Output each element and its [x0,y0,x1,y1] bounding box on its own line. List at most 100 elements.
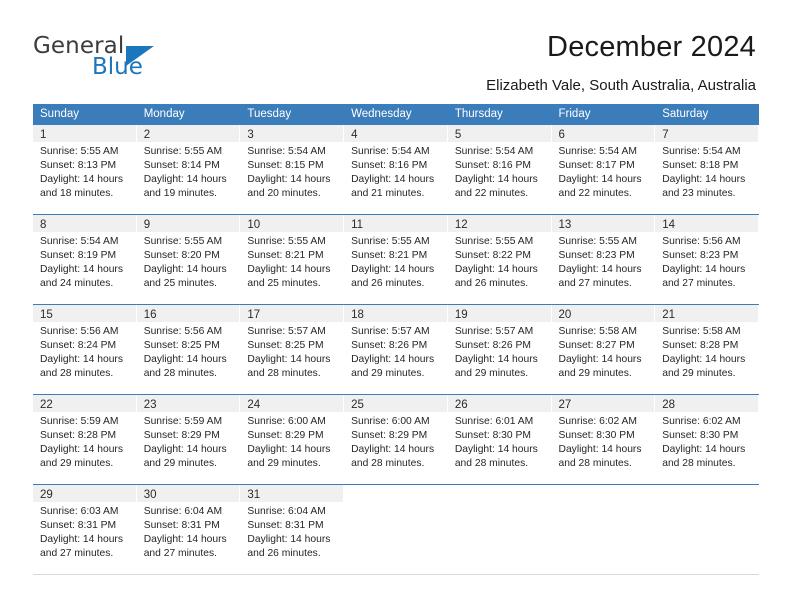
calendar-day-cell[interactable]: 1 Sunrise: 5:55 AM Sunset: 8:13 PM Daylig… [33,125,137,214]
day-sun-info: Sunrise: 5:55 AM Sunset: 8:22 PM Dayligh… [454,236,538,290]
day-number-bar: 14 [655,215,759,232]
calendar-day-cell[interactable]: 16 Sunrise: 5:56 AM Sunset: 8:25 PM Dayli… [136,305,241,394]
day-number: 26 [454,399,468,411]
calendar-week-row: 8 Sunrise: 5:54 AM Sunset: 8:19 PM Daylig… [33,214,759,304]
day-number: 23 [143,399,157,411]
day-sun-info: Sunrise: 5:58 AM Sunset: 8:28 PM Dayligh… [662,326,746,380]
calendar-day-cell[interactable]: 31 Sunrise: 6:04 AM Sunset: 8:31 PM Dayli… [240,485,345,574]
day-number: 22 [40,399,53,411]
calendar-day-cell[interactable]: 27 Sunrise: 6:02 AM Sunset: 8:30 PM Dayli… [551,395,656,484]
calendar-empty-cell [447,485,552,574]
day-sun-info [552,502,656,505]
calendar-day-cell[interactable]: 20 Sunrise: 5:58 AM Sunset: 8:27 PM Dayli… [551,305,656,394]
day-number-bar: 7 [655,125,759,142]
day-number-bar: 19 [447,305,552,322]
day-number-bar: 10 [240,215,345,232]
day-sun-info: Sunrise: 5:55 AM Sunset: 8:21 PM Dayligh… [247,236,331,290]
calendar-week-rows: 1 Sunrise: 5:55 AM Sunset: 8:13 PM Daylig… [33,125,759,574]
day-sun-info [344,502,448,505]
calendar-day-cell[interactable]: 22 Sunrise: 5:59 AM Sunset: 8:28 PM Dayli… [33,395,137,484]
calendar-day-cell[interactable]: 18 Sunrise: 5:57 AM Sunset: 8:26 PM Dayli… [344,305,448,394]
weekday-header-wednesday: Wednesday [351,108,412,120]
day-number: 7 [662,129,669,141]
calendar-page: General Blue December 2024 Elizabeth Val… [0,0,792,612]
calendar-day-cell[interactable]: 23 Sunrise: 5:59 AM Sunset: 8:29 PM Dayli… [136,395,241,484]
day-number-bar: 1 [33,125,137,142]
calendar-day-cell[interactable]: 17 Sunrise: 5:57 AM Sunset: 8:25 PM Dayli… [240,305,345,394]
day-number: 12 [454,219,468,231]
day-sun-info: Sunrise: 5:54 AM Sunset: 8:19 PM Dayligh… [40,236,123,290]
day-number-bar: 17 [240,305,345,322]
calendar-empty-cell [655,485,759,574]
calendar-day-cell[interactable]: 3 Sunrise: 5:54 AM Sunset: 8:15 PM Daylig… [240,125,345,214]
page-subtitle: Elizabeth Vale, South Australia, Austral… [486,77,756,94]
calendar-day-cell[interactable]: 28 Sunrise: 6:02 AM Sunset: 8:30 PM Dayli… [655,395,759,484]
day-sun-info: Sunrise: 5:59 AM Sunset: 8:29 PM Dayligh… [143,416,227,470]
day-sun-info: Sunrise: 5:54 AM Sunset: 8:16 PM Dayligh… [454,146,538,200]
day-number: 30 [143,489,157,501]
calendar-day-cell[interactable]: 10 Sunrise: 5:55 AM Sunset: 8:21 PM Dayli… [240,215,345,304]
day-number-bar: 26 [447,395,552,412]
calendar-day-cell[interactable]: 12 Sunrise: 5:55 AM Sunset: 8:22 PM Dayli… [447,215,552,304]
calendar-day-cell[interactable]: 7 Sunrise: 5:54 AM Sunset: 8:18 PM Daylig… [655,125,759,214]
calendar-day-cell[interactable]: 11 Sunrise: 5:55 AM Sunset: 8:21 PM Dayli… [344,215,448,304]
day-number-bar: 30 [136,485,241,502]
calendar-day-cell[interactable]: 9 Sunrise: 5:55 AM Sunset: 8:20 PM Daylig… [136,215,241,304]
calendar-day-cell[interactable]: 5 Sunrise: 5:54 AM Sunset: 8:16 PM Daylig… [447,125,552,214]
calendar-day-cell[interactable]: 8 Sunrise: 5:54 AM Sunset: 8:19 PM Daylig… [33,215,137,304]
calendar-week-cells: 8 Sunrise: 5:54 AM Sunset: 8:19 PM Daylig… [33,215,759,304]
weekday-header-monday: Monday [143,108,185,120]
calendar-day-cell[interactable]: 4 Sunrise: 5:54 AM Sunset: 8:16 PM Daylig… [344,125,448,214]
day-number-bar: 11 [344,215,448,232]
day-sun-info [655,502,759,505]
calendar-day-cell[interactable]: 25 Sunrise: 6:00 AM Sunset: 8:29 PM Dayli… [344,395,448,484]
calendar-day-cell[interactable]: 2 Sunrise: 5:55 AM Sunset: 8:14 PM Daylig… [136,125,241,214]
calendar-day-cell[interactable]: 14 Sunrise: 5:56 AM Sunset: 8:23 PM Dayli… [655,215,759,304]
day-sun-info: Sunrise: 5:57 AM Sunset: 8:25 PM Dayligh… [247,326,331,380]
calendar-day-cell[interactable]: 30 Sunrise: 6:04 AM Sunset: 8:31 PM Dayli… [136,485,241,574]
day-number-bar: 12 [447,215,552,232]
calendar-empty-cell [344,485,448,574]
day-number-bar: 21 [655,305,759,322]
day-number-bar: 3 [240,125,345,142]
day-number-bar [344,485,448,502]
day-number: 17 [247,309,261,321]
day-number-bar [551,485,656,502]
calendar-day-cell[interactable]: 15 Sunrise: 5:56 AM Sunset: 8:24 PM Dayli… [33,305,137,394]
calendar-day-cell[interactable]: 24 Sunrise: 6:00 AM Sunset: 8:29 PM Dayli… [240,395,345,484]
day-sun-info: Sunrise: 5:58 AM Sunset: 8:27 PM Dayligh… [558,326,642,380]
day-number: 28 [662,399,676,411]
day-number-bar: 24 [240,395,345,412]
day-number: 16 [143,309,157,321]
calendar-day-cell[interactable]: 19 Sunrise: 5:57 AM Sunset: 8:26 PM Dayli… [447,305,552,394]
day-number: 13 [558,219,572,231]
day-number-bar: 8 [33,215,137,232]
day-sun-info: Sunrise: 5:54 AM Sunset: 8:18 PM Dayligh… [662,146,746,200]
day-number: 15 [40,309,53,321]
day-sun-info: Sunrise: 5:57 AM Sunset: 8:26 PM Dayligh… [454,326,538,380]
day-sun-info: Sunrise: 5:55 AM Sunset: 8:20 PM Dayligh… [143,236,227,290]
day-number: 10 [247,219,261,231]
calendar-day-cell[interactable]: 29 Sunrise: 6:03 AM Sunset: 8:31 PM Dayli… [33,485,137,574]
calendar-day-cell[interactable]: 13 Sunrise: 5:55 AM Sunset: 8:23 PM Dayli… [551,215,656,304]
general-blue-logo[interactable]: General Blue [33,33,213,85]
day-sun-info: Sunrise: 5:56 AM Sunset: 8:24 PM Dayligh… [40,326,123,380]
day-number-bar: 25 [344,395,448,412]
day-number-bar: 4 [344,125,448,142]
day-sun-info: Sunrise: 5:54 AM Sunset: 8:15 PM Dayligh… [247,146,331,200]
calendar-day-cell[interactable]: 26 Sunrise: 6:01 AM Sunset: 8:30 PM Dayli… [447,395,552,484]
day-number: 18 [351,309,364,321]
day-number-bar: 5 [447,125,552,142]
day-sun-info: Sunrise: 6:02 AM Sunset: 8:30 PM Dayligh… [558,416,642,470]
day-number: 3 [247,129,254,141]
calendar-table: Sunday Monday Tuesday Wednesday Thursday Frid… [33,104,759,575]
day-number-bar: 28 [655,395,759,412]
calendar-day-cell[interactable]: 21 Sunrise: 5:58 AM Sunset: 8:28 PM Dayli… [655,305,759,394]
day-number: 31 [247,489,261,501]
calendar-day-cell[interactable]: 6 Sunrise: 5:54 AM Sunset: 8:17 PM Daylig… [551,125,656,214]
day-sun-info: Sunrise: 5:54 AM Sunset: 8:16 PM Dayligh… [351,146,435,200]
day-number: 29 [40,489,53,501]
day-sun-info: Sunrise: 5:56 AM Sunset: 8:23 PM Dayligh… [662,236,746,290]
day-number: 21 [662,309,676,321]
calendar-week-row: 15 Sunrise: 5:56 AM Sunset: 8:24 PM Dayli… [33,304,759,394]
